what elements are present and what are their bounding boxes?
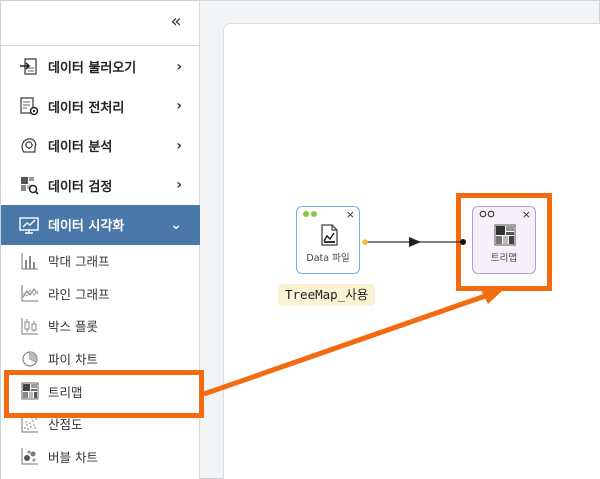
- chevron-right-icon: ›: [176, 177, 182, 194]
- bubble-chart-icon: [20, 446, 40, 466]
- bar-chart-icon: [20, 251, 40, 271]
- submenu-item-line-chart[interactable]: 라인 그래프: [1, 277, 200, 310]
- treemap-node-highlight: [456, 193, 552, 291]
- status-dots-icon: [303, 211, 317, 217]
- box-plot-icon: [20, 316, 40, 336]
- verify-icon: [18, 174, 40, 196]
- submenu-item-label: 파이 차트: [48, 352, 98, 368]
- sidebar-item-data-analysis[interactable]: 데이터 분석 ›: [1, 126, 200, 166]
- node-caption: TreeMap_사용: [278, 284, 376, 306]
- data-file-icon: [321, 224, 338, 246]
- preprocess-icon: [18, 95, 40, 117]
- chevron-down-icon: ⌄: [170, 216, 182, 233]
- collapse-sidebar-button[interactable]: «: [166, 11, 186, 33]
- sidebar-item-data-preprocess[interactable]: 데이터 전처리 ›: [1, 87, 200, 127]
- sidebar-divider: [1, 45, 200, 46]
- sidebar-item-label: 데이터 시각화: [48, 219, 125, 235]
- chevron-right-icon: ›: [176, 137, 182, 154]
- node-label: Data 파일: [306, 253, 350, 264]
- chevron-right-icon: ›: [176, 58, 182, 75]
- treemap-menu-highlight: [4, 370, 204, 418]
- pie-chart-icon: [20, 349, 40, 369]
- sidebar-item-data-import[interactable]: 데이터 불러오기 ›: [1, 47, 200, 87]
- sidebar-item-label: 데이터 분석: [48, 140, 113, 156]
- submenu-item-box-plot[interactable]: 박스 플롯: [1, 310, 200, 343]
- sidebar-item-data-visualize[interactable]: 데이터 시각화 ⌄: [1, 205, 200, 245]
- submenu-item-bar-chart[interactable]: 막대 그래프: [1, 245, 200, 278]
- close-icon[interactable]: ×: [346, 208, 355, 221]
- visualize-icon: [18, 214, 40, 236]
- analysis-icon: [18, 135, 40, 157]
- chevron-right-icon: ›: [176, 98, 182, 115]
- line-chart-icon: [20, 283, 40, 303]
- data-file-node[interactable]: × Data 파일: [296, 206, 360, 274]
- submenu-item-label: 박스 플롯: [48, 319, 98, 335]
- submenu-item-bubble-chart[interactable]: 버블 차트: [1, 440, 200, 473]
- sidebar-item-data-verify[interactable]: 데이터 검정 ›: [1, 166, 200, 206]
- submenu-item-label: 버블 차트: [48, 449, 98, 465]
- app-frame: « 데이터 불러오기 › 데이터 전처리 › 데이터 분석 › 데이터 검정 ›…: [0, 0, 600, 479]
- import-icon: [18, 56, 40, 78]
- sidebar-item-label: 데이터 검정: [48, 179, 113, 195]
- submenu-item-label: 라인 그래프: [48, 286, 110, 302]
- submenu-item-label: 막대 그래프: [48, 254, 110, 270]
- sidebar-item-label: 데이터 전처리: [48, 100, 125, 116]
- sidebar-item-label: 데이터 불러오기: [48, 61, 137, 77]
